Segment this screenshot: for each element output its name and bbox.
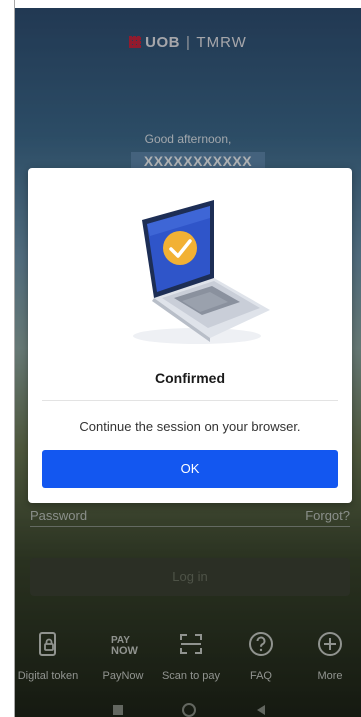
dialog-divider — [42, 400, 338, 401]
ok-button[interactable]: OK — [42, 450, 338, 488]
dialog-title: Confirmed — [155, 370, 225, 386]
confirmation-dialog: Confirmed Continue the session on your b… — [28, 168, 352, 503]
dialog-message: Continue the session on your browser. — [79, 419, 301, 434]
laptop-confirmed-illustration — [133, 200, 270, 344]
